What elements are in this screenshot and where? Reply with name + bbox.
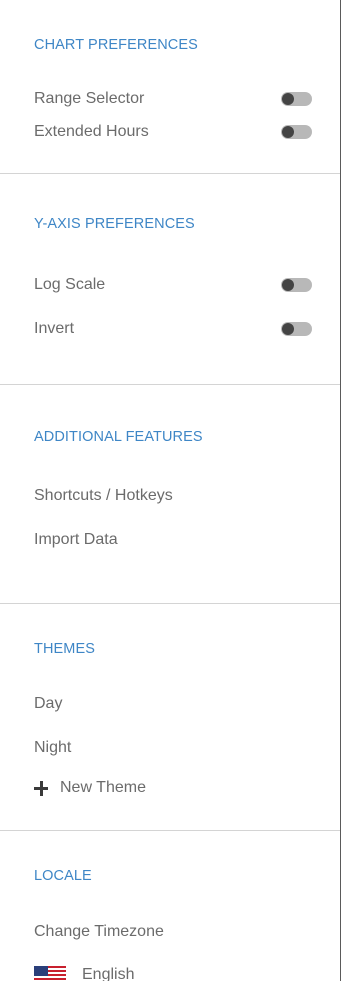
range-selector-row[interactable]: Range Selector bbox=[34, 89, 314, 109]
plus-icon bbox=[34, 778, 48, 798]
shortcuts-hotkeys-label: Shortcuts / Hotkeys bbox=[34, 487, 173, 504]
section-title: Y-AXIS PREFERENCES bbox=[34, 216, 195, 232]
theme-day-item[interactable]: Day bbox=[34, 694, 314, 714]
us-flag-icon bbox=[34, 966, 66, 981]
import-data-item[interactable]: Import Data bbox=[34, 530, 314, 550]
section-title: CHART PREFERENCES bbox=[34, 37, 198, 53]
change-timezone-label: Change Timezone bbox=[34, 923, 164, 940]
extended-hours-row[interactable]: Extended Hours bbox=[34, 122, 314, 142]
log-scale-toggle[interactable] bbox=[281, 278, 312, 292]
new-theme-label: New Theme bbox=[60, 779, 146, 796]
section-title: THEMES bbox=[34, 641, 96, 657]
additional-features-section: ADDITIONAL FEATURES Shortcuts / Hotkeys … bbox=[0, 385, 340, 604]
themes-section: THEMES Day Night New Theme bbox=[0, 604, 340, 831]
invert-toggle[interactable] bbox=[281, 322, 312, 336]
language-label: English bbox=[82, 966, 135, 981]
invert-row[interactable]: Invert bbox=[34, 319, 314, 339]
yaxis-preferences-section: Y-AXIS PREFERENCES Log Scale Invert bbox=[0, 174, 340, 385]
extended-hours-label: Extended Hours bbox=[34, 123, 149, 140]
range-selector-toggle[interactable] bbox=[281, 92, 312, 106]
new-theme-content: New Theme bbox=[34, 778, 146, 798]
chart-preferences-section: CHART PREFERENCES Range Selector Extende… bbox=[0, 0, 340, 174]
extended-hours-toggle[interactable] bbox=[281, 125, 312, 139]
import-data-label: Import Data bbox=[34, 531, 118, 548]
shortcuts-hotkeys-item[interactable]: Shortcuts / Hotkeys bbox=[34, 486, 314, 506]
log-scale-row[interactable]: Log Scale bbox=[34, 275, 314, 295]
section-title: ADDITIONAL FEATURES bbox=[34, 429, 203, 445]
new-theme-button[interactable]: New Theme bbox=[34, 778, 314, 798]
theme-night-label: Night bbox=[34, 739, 72, 756]
language-item[interactable]: English bbox=[34, 965, 314, 981]
change-timezone-item[interactable]: Change Timezone bbox=[34, 922, 314, 942]
theme-night-item[interactable]: Night bbox=[34, 738, 314, 758]
theme-day-label: Day bbox=[34, 695, 63, 712]
range-selector-label: Range Selector bbox=[34, 90, 145, 107]
language-content: English bbox=[34, 965, 134, 981]
invert-label: Invert bbox=[34, 320, 75, 337]
section-title: LOCALE bbox=[34, 868, 92, 884]
locale-section: LOCALE Change Timezone English bbox=[0, 831, 340, 981]
chart-settings-menu: CHART PREFERENCES Range Selector Extende… bbox=[0, 0, 341, 981]
log-scale-label: Log Scale bbox=[34, 276, 106, 293]
